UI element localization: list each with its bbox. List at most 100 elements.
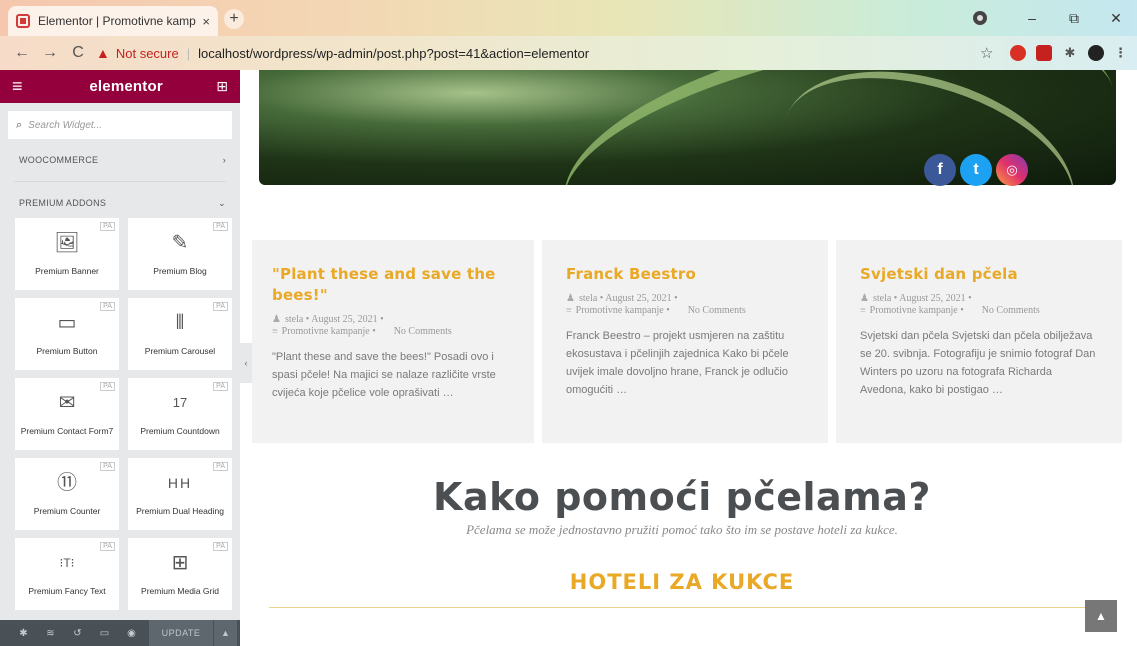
post-meta: ♟ stela • August 25, 2021 • ≡ Promotivne k… [566, 293, 804, 317]
post-comments[interactable]: No Comments [688, 305, 746, 317]
profile-icon[interactable] [973, 11, 987, 25]
search-icon: ⌕ [16, 118, 23, 131]
minimize-button[interactable]: – [1011, 10, 1053, 26]
close-window-button[interactable]: ✕ [1095, 10, 1137, 27]
button-icon: ▭ [57, 312, 77, 334]
post-card[interactable]: "Plant these and save the bees!" ♟ stela … [252, 240, 534, 443]
profile-avatar-icon[interactable] [1088, 45, 1104, 61]
reload-button[interactable]: C [64, 44, 92, 62]
url-text[interactable]: localhost/wordpress/wp-admin/post.php?po… [198, 46, 589, 61]
preview-canvas: f t ◎ "Plant these and save the bees!" ♟… [252, 70, 1137, 646]
navigator-layers-icon[interactable]: ≋ [37, 628, 64, 639]
hamburger-menu-icon[interactable]: ≡ [12, 76, 36, 97]
preview-eye-icon[interactable]: ◉ [118, 628, 145, 639]
browser-tab-strip: Elementor | Promotivne kampanj × + – ⧉ ✕ [0, 0, 1137, 36]
extensions-area: ✱ ⋮ [1010, 44, 1132, 62]
post-date: August 25, 2021 [605, 293, 672, 304]
widget-premium-contact-form7[interactable]: PA ✉ Premium Contact Form7 [15, 378, 119, 450]
search-widget-input[interactable]: ⌕ Search Widget... [8, 111, 232, 139]
widget-premium-fancy-text[interactable]: PA ⁝T⁝ Premium Fancy Text [15, 538, 119, 610]
post-excerpt: "Plant these and save the bees!" Posadi … [272, 351, 496, 399]
category-woocommerce[interactable]: WOOCOMMERCE › [0, 145, 240, 175]
widget-label: Premium Countdown [140, 426, 220, 436]
puzzle-extensions-icon[interactable]: ✱ [1062, 45, 1078, 61]
twitter-icon[interactable]: t [960, 154, 992, 186]
save-options-arrow-icon[interactable]: ▲ [213, 620, 237, 646]
scroll-to-top-button[interactable]: ▲ [1085, 600, 1117, 632]
post-meta: ♟ stela • August 25, 2021 • ≡ Promotivne k… [272, 314, 510, 338]
widget-premium-carousel[interactable]: PA ⫴ Premium Carousel [128, 298, 232, 370]
update-button[interactable]: UPDATE [149, 620, 213, 646]
widget-label: Premium Contact Form7 [20, 426, 114, 436]
responsive-mode-icon[interactable]: ▭ [91, 628, 118, 639]
post-title[interactable]: "Plant these and save the bees!" [272, 264, 510, 306]
forward-button[interactable]: → [36, 44, 64, 62]
window-controls: – ⧉ ✕ [973, 0, 1137, 36]
post-category[interactable]: Promotivne kampanje [870, 305, 958, 316]
section-subheadline: Pčelama se može jednostavno pružiti pomo… [466, 522, 898, 537]
envelope-icon: ✉ [58, 392, 76, 414]
widget-label: Premium Blog [153, 266, 207, 276]
dual-heading-icon: HH [167, 475, 193, 491]
widget-grid: PA 🖼 Premium Banner PA ✎ Premium Blog PA… [15, 218, 233, 610]
post-card[interactable]: Svjetski dan pčela ♟ stela • August 25, 2… [836, 240, 1122, 443]
author-icon: ♟ [566, 293, 575, 304]
collapse-panel-handle[interactable]: ‹ [240, 343, 252, 383]
browser-menu-icon[interactable]: ⋮ [1114, 45, 1127, 61]
heading-divider [269, 607, 1109, 608]
post-title[interactable]: Svjetski dan pčela [860, 264, 1098, 285]
history-icon[interactable]: ↺ [64, 628, 91, 639]
section-headline: Kako pomoći pčelama? [433, 475, 931, 519]
widget-premium-banner[interactable]: PA 🖼 Premium Banner [15, 218, 119, 290]
post-comments[interactable]: No Comments [394, 326, 452, 338]
post-comments[interactable]: No Comments [982, 305, 1040, 317]
post-author[interactable]: stela [285, 314, 303, 325]
widgets-grid-icon[interactable]: ⊞ [216, 78, 228, 95]
meta-separator: • [380, 314, 384, 325]
counter-icon: ⑪ [57, 472, 77, 494]
widget-premium-blog[interactable]: PA ✎ Premium Blog [128, 218, 232, 290]
meta-separator: • [666, 305, 670, 316]
instagram-icon[interactable]: ◎ [996, 154, 1028, 186]
post-title[interactable]: Franck Beestro [566, 264, 804, 285]
back-button[interactable]: ← [8, 44, 36, 62]
image-icon: 🖼 [54, 232, 80, 254]
post-category[interactable]: Promotivne kampanje [576, 305, 664, 316]
meta-separator: • [599, 293, 604, 304]
pdf-extension-icon[interactable] [1036, 45, 1052, 61]
not-secure-label[interactable]: Not secure [116, 46, 179, 61]
bookmark-star-icon[interactable]: ☆ [980, 44, 993, 62]
widget-premium-counter[interactable]: PA ⑪ Premium Counter [15, 458, 119, 530]
widget-premium-countdown[interactable]: PA 17 Premium Countdown [128, 378, 232, 450]
facebook-icon[interactable]: f [924, 154, 956, 186]
widget-premium-dual-heading[interactable]: PA HH Premium Dual Heading [128, 458, 232, 530]
search-placeholder: Search Widget... [28, 119, 103, 131]
elementor-footer: ✱ ≋ ↺ ▭ ◉ UPDATE ▲ [0, 620, 240, 646]
category-premium-addons[interactable]: PREMIUM ADDONS ⌄ [0, 188, 240, 218]
meta-separator: • [960, 305, 964, 316]
post-card[interactable]: Franck Beestro ♟ stela • August 25, 2021 … [542, 240, 828, 443]
widget-premium-media-grid[interactable]: PA ⊞ Premium Media Grid [128, 538, 232, 610]
opera-extension-icon[interactable] [1010, 45, 1026, 61]
tab-close-button[interactable]: × [202, 14, 210, 29]
elementor-favicon-icon [16, 14, 30, 28]
fancy-text-icon: ⁝T⁝ [59, 556, 75, 570]
post-author[interactable]: stela [579, 293, 597, 304]
settings-gear-icon[interactable]: ✱ [10, 628, 37, 639]
category-label: PREMIUM ADDONS [19, 198, 107, 208]
url-omnibox[interactable]: ▲ Not secure | localhost/wordpress/wp-ad… [96, 40, 996, 66]
new-tab-button[interactable]: + [224, 9, 244, 29]
chevron-right-icon: › [222, 155, 226, 165]
widget-premium-button[interactable]: PA ▭ Premium Button [15, 298, 119, 370]
meta-separator: • [968, 293, 972, 304]
divider [14, 181, 226, 182]
post-category[interactable]: Promotivne kampanje [282, 326, 370, 337]
post-author[interactable]: stela [873, 293, 891, 304]
widget-label: Premium Carousel [144, 346, 216, 356]
widget-label: Premium Dual Heading [136, 506, 224, 516]
browser-tab[interactable]: Elementor | Promotivne kampanj × [8, 6, 218, 36]
post-meta: ♟ stela • August 25, 2021 • ≡ Promotivne k… [860, 293, 1098, 317]
meta-separator: • [305, 314, 310, 325]
post-excerpt: Franck Beestro – projekt usmjeren na zaš… [566, 330, 789, 396]
maximize-button[interactable]: ⧉ [1053, 10, 1095, 27]
